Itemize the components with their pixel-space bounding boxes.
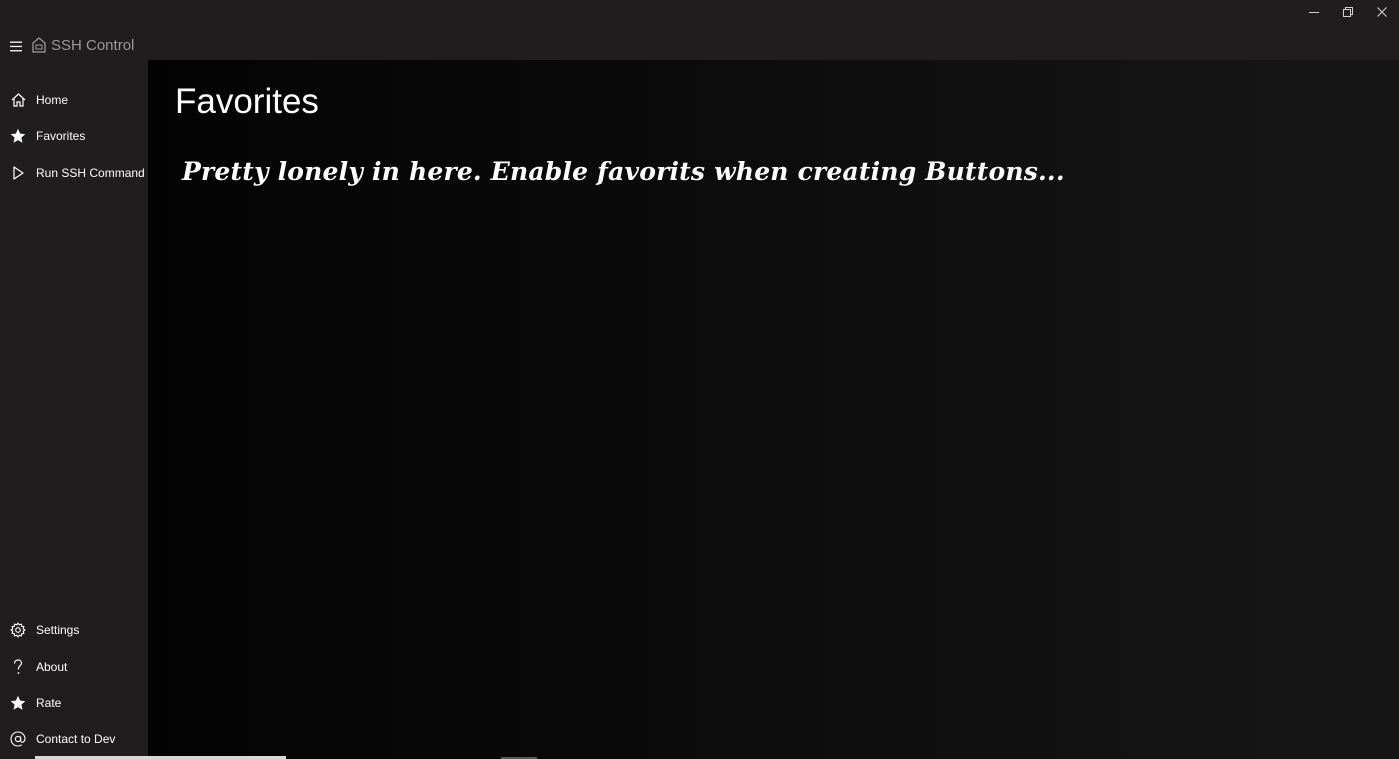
app-logo-icon (32, 37, 46, 53)
sidebar-item-label: Favorites (36, 129, 86, 143)
main-content: Favorites Pretty lonely in here. Enable … (148, 60, 1329, 759)
window-controls (1297, 0, 1399, 24)
app-title: SSH Control (51, 37, 135, 54)
question-icon (10, 659, 26, 675)
sidebar-item-label: Settings (36, 623, 80, 637)
sidebar-item-run-ssh-command[interactable]: Run SSH Command (0, 155, 148, 191)
sidebar-item-contact-to-dev[interactable]: Contact to Dev (0, 721, 148, 757)
sidebar-item-favorites[interactable]: Favorites (0, 118, 148, 154)
page-title: Favorites (175, 82, 319, 121)
sidebar-item-label: About (36, 660, 68, 674)
sidebar-item-label: Home (36, 93, 69, 107)
sidebar-item-label: Rate (36, 696, 62, 710)
gear-icon (10, 622, 26, 638)
app-window: SSH Control Home Favorites Run SSH Comma… (0, 0, 1399, 759)
restore-button[interactable] (1331, 0, 1365, 24)
hamburger-icon (10, 41, 22, 51)
content-right-edge (1329, 60, 1399, 759)
star-icon (10, 128, 26, 144)
empty-state-message: Pretty lonely in here. Enable favorits w… (182, 157, 1065, 186)
close-icon (1377, 7, 1387, 17)
minimize-icon (1309, 12, 1319, 13)
close-button[interactable] (1365, 0, 1399, 24)
sidebar-item-home[interactable]: Home (0, 82, 148, 118)
home-icon (10, 92, 26, 108)
minimize-button[interactable] (1297, 0, 1331, 24)
sidebar-item-about[interactable]: About (0, 649, 148, 685)
play-icon (10, 165, 26, 181)
hamburger-menu-button[interactable] (6, 35, 26, 57)
sidebar-item-label: Contact to Dev (36, 732, 116, 746)
sidebar-nav: Home Favorites Run SSH Command Settings … (0, 60, 148, 759)
at-icon (10, 731, 26, 747)
star-icon (10, 695, 26, 711)
restore-icon (1343, 7, 1353, 17)
sidebar-item-settings[interactable]: Settings (0, 612, 148, 648)
sidebar-item-label: Run SSH Command (36, 166, 145, 180)
title-bar: SSH Control (0, 0, 1399, 60)
sidebar-item-rate[interactable]: Rate (0, 685, 148, 721)
